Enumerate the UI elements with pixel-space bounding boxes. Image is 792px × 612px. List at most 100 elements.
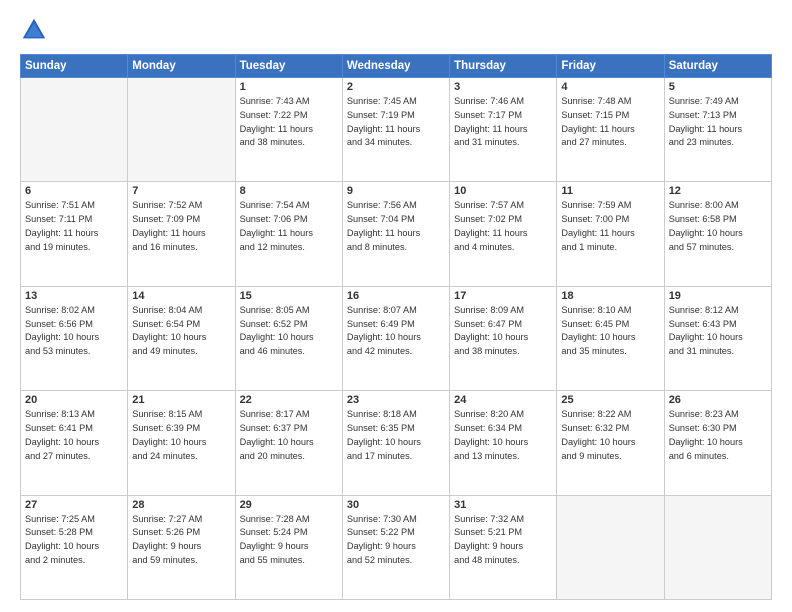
calendar-day-cell: 9 Sunrise: 7:56 AM Sunset: 7:04 PM Daylig… bbox=[342, 182, 449, 286]
day-info: Sunrise: 7:27 AM Sunset: 5:26 PM Dayligh… bbox=[132, 513, 230, 568]
calendar-day-cell: 16 Sunrise: 8:07 AM Sunset: 6:49 PM Dayli… bbox=[342, 286, 449, 390]
day-number: 9 bbox=[347, 185, 445, 197]
header-day: Sunday bbox=[21, 55, 128, 78]
day-info: Sunrise: 8:20 AM Sunset: 6:34 PM Dayligh… bbox=[454, 408, 552, 463]
day-info: Sunrise: 7:45 AM Sunset: 7:19 PM Dayligh… bbox=[347, 95, 445, 150]
day-number: 17 bbox=[454, 290, 552, 302]
calendar-day-cell: 5 Sunrise: 7:49 AM Sunset: 7:13 PM Daylig… bbox=[664, 78, 771, 182]
calendar-table: SundayMondayTuesdayWednesdayThursdayFrid… bbox=[20, 54, 772, 600]
calendar-day-cell: 11Sunrise: 7:59 AM Sunset: 7:00 PM Dayli… bbox=[557, 182, 664, 286]
logo bbox=[20, 16, 52, 44]
day-number: 12 bbox=[669, 185, 767, 197]
calendar-day-cell: 29 Sunrise: 7:28 AM Sunset: 5:24 PM Dayli… bbox=[235, 495, 342, 599]
calendar-day-cell: 24Sunrise: 8:20 AM Sunset: 6:34 PM Dayli… bbox=[450, 391, 557, 495]
calendar-day-cell: 1 Sunrise: 7:43 AM Sunset: 7:22 PM Daylig… bbox=[235, 78, 342, 182]
day-info: Sunrise: 8:17 AM Sunset: 6:37 PM Dayligh… bbox=[240, 408, 338, 463]
day-info: Sunrise: 8:05 AM Sunset: 6:52 PM Dayligh… bbox=[240, 304, 338, 359]
calendar-day-cell: 2 Sunrise: 7:45 AM Sunset: 7:19 PM Daylig… bbox=[342, 78, 449, 182]
day-info: Sunrise: 8:15 AM Sunset: 6:39 PM Dayligh… bbox=[132, 408, 230, 463]
header-day: Wednesday bbox=[342, 55, 449, 78]
day-info: Sunrise: 8:18 AM Sunset: 6:35 PM Dayligh… bbox=[347, 408, 445, 463]
day-number: 21 bbox=[132, 394, 230, 406]
page: SundayMondayTuesdayWednesdayThursdayFrid… bbox=[0, 0, 792, 612]
calendar-day-cell: 18Sunrise: 8:10 AM Sunset: 6:45 PM Dayli… bbox=[557, 286, 664, 390]
day-info: Sunrise: 8:13 AM Sunset: 6:41 PM Dayligh… bbox=[25, 408, 123, 463]
day-number: 8 bbox=[240, 185, 338, 197]
day-info: Sunrise: 8:02 AM Sunset: 6:56 PM Dayligh… bbox=[25, 304, 123, 359]
calendar-day-cell: 7 Sunrise: 7:52 AM Sunset: 7:09 PM Daylig… bbox=[128, 182, 235, 286]
day-number: 20 bbox=[25, 394, 123, 406]
day-number: 7 bbox=[132, 185, 230, 197]
calendar-day-cell: 26 Sunrise: 8:23 AM Sunset: 6:30 PM Dayli… bbox=[664, 391, 771, 495]
day-info: Sunrise: 7:59 AM Sunset: 7:00 PM Dayligh… bbox=[561, 199, 659, 254]
day-info: Sunrise: 8:23 AM Sunset: 6:30 PM Dayligh… bbox=[669, 408, 767, 463]
day-number: 23 bbox=[347, 394, 445, 406]
header-day: Saturday bbox=[664, 55, 771, 78]
day-info: Sunrise: 8:00 AM Sunset: 6:58 PM Dayligh… bbox=[669, 199, 767, 254]
day-info: Sunrise: 7:30 AM Sunset: 5:22 PM Dayligh… bbox=[347, 513, 445, 568]
day-info: Sunrise: 7:56 AM Sunset: 7:04 PM Dayligh… bbox=[347, 199, 445, 254]
day-number: 19 bbox=[669, 290, 767, 302]
day-number: 25 bbox=[561, 394, 659, 406]
calendar-day-cell bbox=[21, 78, 128, 182]
header bbox=[20, 16, 772, 44]
day-info: Sunrise: 8:10 AM Sunset: 6:45 PM Dayligh… bbox=[561, 304, 659, 359]
day-info: Sunrise: 7:32 AM Sunset: 5:21 PM Dayligh… bbox=[454, 513, 552, 568]
calendar-day-cell: 4 Sunrise: 7:48 AM Sunset: 7:15 PM Daylig… bbox=[557, 78, 664, 182]
day-info: Sunrise: 7:49 AM Sunset: 7:13 PM Dayligh… bbox=[669, 95, 767, 150]
day-number: 5 bbox=[669, 81, 767, 93]
day-info: Sunrise: 7:48 AM Sunset: 7:15 PM Dayligh… bbox=[561, 95, 659, 150]
calendar-day-cell: 8Sunrise: 7:54 AM Sunset: 7:06 PM Daylig… bbox=[235, 182, 342, 286]
day-info: Sunrise: 8:04 AM Sunset: 6:54 PM Dayligh… bbox=[132, 304, 230, 359]
calendar-day-cell: 13 Sunrise: 8:02 AM Sunset: 6:56 PM Dayli… bbox=[21, 286, 128, 390]
day-info: Sunrise: 7:25 AM Sunset: 5:28 PM Dayligh… bbox=[25, 513, 123, 568]
day-info: Sunrise: 8:09 AM Sunset: 6:47 PM Dayligh… bbox=[454, 304, 552, 359]
day-number: 29 bbox=[240, 499, 338, 511]
day-info: Sunrise: 7:57 AM Sunset: 7:02 PM Dayligh… bbox=[454, 199, 552, 254]
calendar-day-cell: 28 Sunrise: 7:27 AM Sunset: 5:26 PM Dayli… bbox=[128, 495, 235, 599]
header-day: Thursday bbox=[450, 55, 557, 78]
calendar-day-cell: 14Sunrise: 8:04 AM Sunset: 6:54 PM Dayli… bbox=[128, 286, 235, 390]
calendar-day-cell: 25 Sunrise: 8:22 AM Sunset: 6:32 PM Dayli… bbox=[557, 391, 664, 495]
day-number: 15 bbox=[240, 290, 338, 302]
calendar-day-cell: 30Sunrise: 7:30 AM Sunset: 5:22 PM Dayli… bbox=[342, 495, 449, 599]
day-number: 13 bbox=[25, 290, 123, 302]
calendar-day-cell: 10Sunrise: 7:57 AM Sunset: 7:02 PM Dayli… bbox=[450, 182, 557, 286]
day-number: 16 bbox=[347, 290, 445, 302]
day-number: 4 bbox=[561, 81, 659, 93]
day-number: 3 bbox=[454, 81, 552, 93]
day-number: 2 bbox=[347, 81, 445, 93]
calendar-week-row: 27 Sunrise: 7:25 AM Sunset: 5:28 PM Dayli… bbox=[21, 495, 772, 599]
calendar-day-cell bbox=[557, 495, 664, 599]
day-info: Sunrise: 8:07 AM Sunset: 6:49 PM Dayligh… bbox=[347, 304, 445, 359]
calendar-day-cell: 22 Sunrise: 8:17 AM Sunset: 6:37 PM Dayli… bbox=[235, 391, 342, 495]
day-info: Sunrise: 7:28 AM Sunset: 5:24 PM Dayligh… bbox=[240, 513, 338, 568]
calendar-day-cell: 23 Sunrise: 8:18 AM Sunset: 6:35 PM Dayli… bbox=[342, 391, 449, 495]
calendar-day-cell: 17 Sunrise: 8:09 AM Sunset: 6:47 PM Dayli… bbox=[450, 286, 557, 390]
header-day: Friday bbox=[557, 55, 664, 78]
calendar-day-cell: 31 Sunrise: 7:32 AM Sunset: 5:21 PM Dayli… bbox=[450, 495, 557, 599]
header-day: Monday bbox=[128, 55, 235, 78]
calendar-day-cell: 21 Sunrise: 8:15 AM Sunset: 6:39 PM Dayli… bbox=[128, 391, 235, 495]
day-number: 22 bbox=[240, 394, 338, 406]
calendar-day-cell: 15 Sunrise: 8:05 AM Sunset: 6:52 PM Dayli… bbox=[235, 286, 342, 390]
calendar-day-cell bbox=[664, 495, 771, 599]
calendar-day-cell: 12 Sunrise: 8:00 AM Sunset: 6:58 PM Dayli… bbox=[664, 182, 771, 286]
day-info: Sunrise: 8:22 AM Sunset: 6:32 PM Dayligh… bbox=[561, 408, 659, 463]
day-number: 6 bbox=[25, 185, 123, 197]
day-info: Sunrise: 7:52 AM Sunset: 7:09 PM Dayligh… bbox=[132, 199, 230, 254]
calendar-day-cell: 3 Sunrise: 7:46 AM Sunset: 7:17 PM Daylig… bbox=[450, 78, 557, 182]
day-number: 26 bbox=[669, 394, 767, 406]
calendar-week-row: 13 Sunrise: 8:02 AM Sunset: 6:56 PM Dayli… bbox=[21, 286, 772, 390]
calendar-day-cell: 19 Sunrise: 8:12 AM Sunset: 6:43 PM Dayli… bbox=[664, 286, 771, 390]
day-info: Sunrise: 7:51 AM Sunset: 7:11 PM Dayligh… bbox=[25, 199, 123, 254]
calendar-day-cell: 27 Sunrise: 7:25 AM Sunset: 5:28 PM Dayli… bbox=[21, 495, 128, 599]
day-number: 28 bbox=[132, 499, 230, 511]
day-info: Sunrise: 7:43 AM Sunset: 7:22 PM Dayligh… bbox=[240, 95, 338, 150]
calendar-day-cell: 6 Sunrise: 7:51 AM Sunset: 7:11 PM Daylig… bbox=[21, 182, 128, 286]
day-info: Sunrise: 8:12 AM Sunset: 6:43 PM Dayligh… bbox=[669, 304, 767, 359]
day-info: Sunrise: 7:46 AM Sunset: 7:17 PM Dayligh… bbox=[454, 95, 552, 150]
day-number: 27 bbox=[25, 499, 123, 511]
day-number: 1 bbox=[240, 81, 338, 93]
day-number: 31 bbox=[454, 499, 552, 511]
